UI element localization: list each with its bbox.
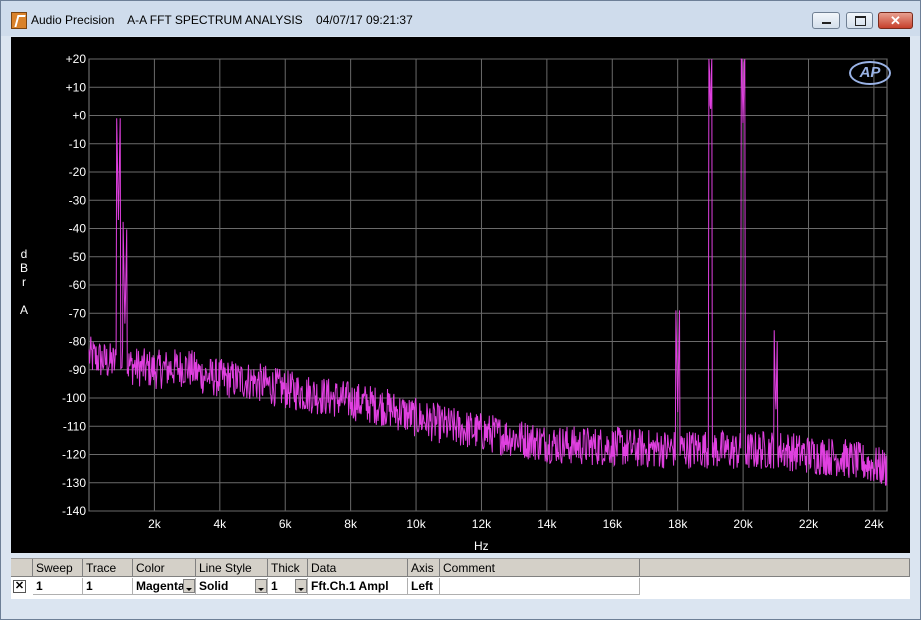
fft-spectrum-plot: +20 +10 +0 -10 -20 -30 -40 -50 -60 -70 -80 -90 -100 -… xyxy=(62,52,888,531)
y-axis-label-char: A xyxy=(19,303,28,317)
trace-legend-table: Sweep Trace Color Line Style Thick Data Axis Co… xyxy=(11,558,910,599)
y-axis-label-char xyxy=(19,289,29,303)
legend-cell-text: Solid xyxy=(199,579,229,593)
y-tick-label: +20 xyxy=(66,52,87,66)
title-bar[interactable]: Audio Precision A-A FFT SPECTRUM ANALYSI… xyxy=(1,1,920,36)
legend-cell-text: Left xyxy=(411,579,433,593)
x-tick-label: 24k xyxy=(864,517,884,531)
legend-cell-line-style[interactable]: Solid xyxy=(196,578,268,595)
app-name: Audio Precision xyxy=(31,13,115,27)
fft-chart[interactable]: +20 +10 +0 -10 -20 -30 -40 -50 -60 -70 -80 -90 -100 -… xyxy=(11,37,910,553)
maximize-icon xyxy=(855,16,866,26)
y-tick-label: -50 xyxy=(69,250,87,264)
x-tick-label: 2k xyxy=(148,517,162,531)
legend-cell-data[interactable]: Fft.Ch.1 Ampl xyxy=(308,578,408,595)
dropdown-arrow-icon[interactable] xyxy=(295,579,307,593)
legend-cell-sweep[interactable]: 1 xyxy=(33,578,83,595)
minimize-button[interactable] xyxy=(812,12,840,29)
legend-cell-trace[interactable]: 1 xyxy=(83,578,133,595)
window-title: Audio Precision A-A FFT SPECTRUM ANALYSI… xyxy=(31,13,413,27)
y-axis-label: dBr A xyxy=(19,247,29,317)
app-window: Audio Precision A-A FFT SPECTRUM ANALYSI… xyxy=(0,0,921,620)
y-tick-label: +10 xyxy=(66,80,87,94)
legend-header-data[interactable]: Data xyxy=(308,559,408,577)
legend-header-trace[interactable]: Trace xyxy=(83,559,133,577)
legend-cell-axis[interactable]: Left xyxy=(408,578,440,595)
legend-header-axis[interactable]: Axis xyxy=(408,559,440,577)
x-tick-label: 16k xyxy=(603,517,623,531)
legend-cell-comment[interactable] xyxy=(440,578,640,595)
y-tick-label: -130 xyxy=(62,476,86,490)
x-tick-label: 22k xyxy=(799,517,819,531)
document-title: A-A FFT SPECTRUM ANALYSIS xyxy=(127,13,303,27)
legend-header-thick[interactable]: Thick xyxy=(268,559,308,577)
y-axis-label-char: d xyxy=(20,247,28,261)
y-tick-label: -110 xyxy=(63,419,86,433)
legend-header-comment[interactable]: Comment xyxy=(440,559,640,577)
y-tick-label: -60 xyxy=(69,278,87,292)
legend-header-sweep[interactable]: Sweep xyxy=(33,559,83,577)
x-axis-label: Hz xyxy=(474,539,489,553)
y-tick-label: -120 xyxy=(62,448,86,462)
x-tick-label: 10k xyxy=(406,517,426,531)
x-tick-label: 18k xyxy=(668,517,688,531)
y-tick-label: -90 xyxy=(69,363,87,377)
y-axis-label-char: B xyxy=(19,261,28,275)
close-icon: ✕ xyxy=(890,13,901,28)
x-tick-label: 8k xyxy=(344,517,358,531)
legend-cell-text: Fft.Ch.1 Ampl xyxy=(311,579,389,593)
close-button[interactable]: ✕ xyxy=(878,12,913,29)
y-axis-label-text: dBr A xyxy=(19,247,29,317)
y-tick-label: -30 xyxy=(69,193,87,207)
trace-line-magenta xyxy=(88,58,888,486)
x-tick-label: 4k xyxy=(213,517,227,531)
dropdown-arrow-icon[interactable] xyxy=(183,579,195,593)
legend-cell-text: 1 xyxy=(271,579,278,593)
y-tick-label: -10 xyxy=(69,137,87,151)
legend-cell-text: 1 xyxy=(36,579,43,593)
x-tick-label: 6k xyxy=(279,517,293,531)
y-tick-label: -70 xyxy=(69,306,87,320)
x-tick-label: 14k xyxy=(537,517,557,531)
y-axis-label-char: r xyxy=(22,275,26,289)
y-tick-label: -80 xyxy=(69,335,87,349)
trace-enabled-checkbox[interactable]: ✕ xyxy=(13,580,26,593)
x-tick-label: 20k xyxy=(733,517,753,531)
audio-precision-app-icon xyxy=(11,12,27,29)
legend-header-enabled xyxy=(11,559,33,577)
dropdown-arrow-icon[interactable] xyxy=(255,579,267,593)
y-tick-label: -140 xyxy=(62,504,86,518)
ap-logo: AP xyxy=(849,61,891,85)
y-tick-label: -40 xyxy=(69,222,87,236)
y-tick-label: -20 xyxy=(69,165,87,179)
legend-cell-thick[interactable]: 1 xyxy=(268,578,308,595)
y-tick-label: -100 xyxy=(62,391,86,405)
legend-header-line-style[interactable]: Line Style xyxy=(196,559,268,577)
legend-cell-text: 1 xyxy=(86,579,93,593)
maximize-button[interactable] xyxy=(846,12,873,29)
y-tick-label: +0 xyxy=(72,109,86,123)
legend-cell-text: Magenta xyxy=(136,579,185,593)
minimize-icon xyxy=(822,22,831,24)
legend-cell-color[interactable]: Magenta xyxy=(133,578,196,595)
title-timestamp: 04/07/17 09:21:37 xyxy=(316,13,413,27)
legend-header-color[interactable]: Color xyxy=(133,559,196,577)
x-tick-label: 12k xyxy=(472,517,492,531)
legend-header-filler xyxy=(640,559,910,577)
